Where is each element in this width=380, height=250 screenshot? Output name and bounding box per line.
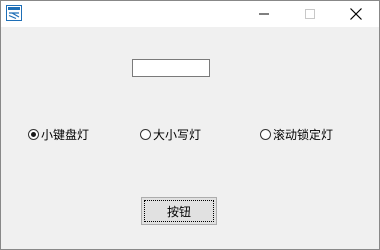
radio-button-icon[interactable] xyxy=(28,128,39,140)
maximize-button[interactable] xyxy=(287,1,333,27)
radio-numlock-label: 小键盘灯 xyxy=(41,127,90,142)
focus-rectangle xyxy=(144,200,214,222)
title-bar[interactable] xyxy=(1,1,379,27)
radio-capslock-label: 大小写灯 xyxy=(153,127,202,142)
minimize-button[interactable] xyxy=(241,1,287,27)
close-icon xyxy=(350,8,362,20)
app-window: 小键盘灯 大小写灯 滚动锁定灯 按钮 xyxy=(0,0,380,250)
text-input[interactable] xyxy=(132,59,210,77)
minimize-icon xyxy=(259,13,269,15)
close-button[interactable] xyxy=(333,1,379,27)
radio-button-icon[interactable] xyxy=(260,128,271,140)
radio-scrolllock-label: 滚动锁定灯 xyxy=(273,127,334,142)
app-icon xyxy=(6,5,22,21)
action-button[interactable]: 按钮 xyxy=(141,197,217,225)
radio-scrolllock[interactable]: 滚动锁定灯 xyxy=(260,126,333,142)
radio-capslock[interactable]: 大小写灯 xyxy=(140,126,201,142)
radio-numlock[interactable]: 小键盘灯 xyxy=(28,126,89,142)
maximize-icon xyxy=(305,9,315,19)
radio-button-icon[interactable] xyxy=(140,128,151,140)
